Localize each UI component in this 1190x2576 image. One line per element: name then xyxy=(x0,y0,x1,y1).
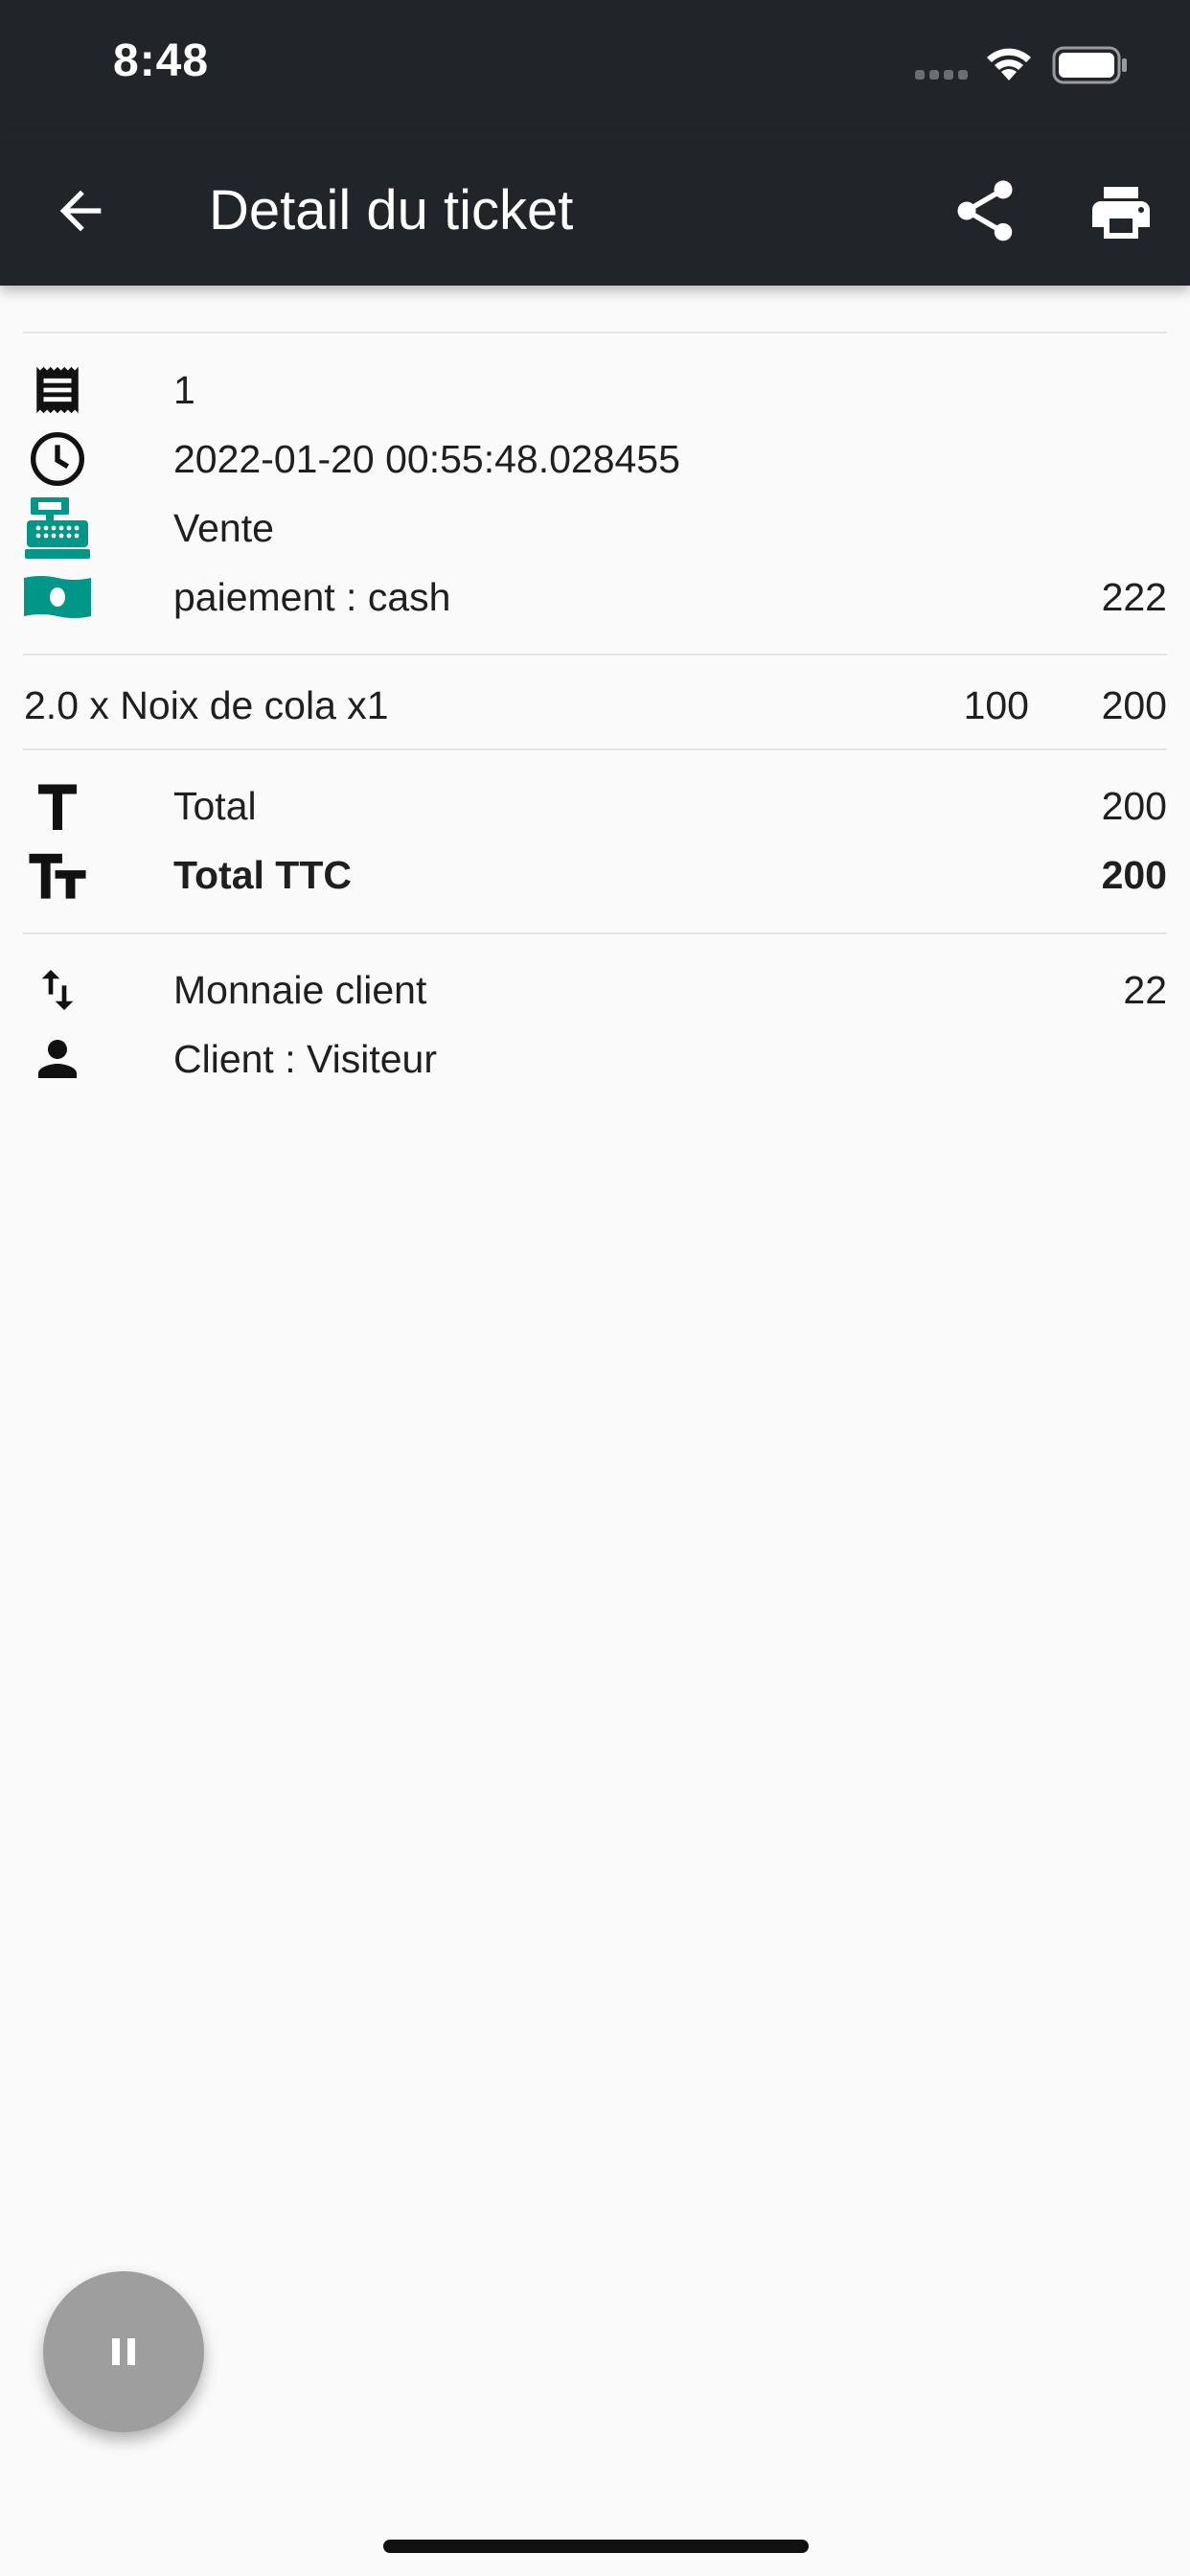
text-t-icon xyxy=(23,775,92,837)
home-indicator[interactable] xyxy=(383,2540,809,2553)
divider xyxy=(23,332,1167,334)
cellular-signal-icon xyxy=(915,70,968,80)
total-ttc-row: Total TTC 200 xyxy=(0,840,1190,909)
app-bar: Detail du ticket xyxy=(0,134,1190,286)
ticket-datetime-row: 2022-01-20 00:55:48.028455 xyxy=(0,425,1190,494)
total-value: 200 xyxy=(1101,784,1167,828)
text-fields-icon xyxy=(23,844,92,906)
client-label: Client : Visiteur xyxy=(173,1037,437,1081)
client-row: Client : Visiteur xyxy=(0,1024,1190,1093)
page-title: Detail du ticket xyxy=(209,179,574,242)
change-row: Monnaie client 22 xyxy=(0,955,1190,1024)
ticket-datetime: 2022-01-20 00:55:48.028455 xyxy=(173,437,680,481)
money-icon xyxy=(23,566,92,628)
ticket-type: Vente xyxy=(173,506,274,550)
change-label: Monnaie client xyxy=(173,968,427,1012)
swap-vert-icon xyxy=(23,959,92,1021)
cash-register-icon xyxy=(23,497,92,559)
item-unit-price: 100 xyxy=(963,683,1029,727)
person-icon xyxy=(23,1028,92,1090)
print-icon[interactable] xyxy=(1085,178,1157,247)
back-arrow-icon[interactable] xyxy=(50,180,111,242)
payment-method: paiement : cash xyxy=(173,575,451,619)
divider xyxy=(23,748,1167,750)
change-value: 22 xyxy=(1123,968,1167,1012)
total-row: Total 200 xyxy=(0,771,1190,840)
wifi-icon xyxy=(987,48,1031,80)
payment-amount: 222 xyxy=(1101,575,1167,619)
divider xyxy=(23,654,1167,656)
ticket-item-row: 2.0 x Noix de cola x1 100 200 xyxy=(0,671,1190,740)
status-time: 8:48 xyxy=(113,35,210,86)
payment-row: paiement : cash 222 xyxy=(0,563,1190,632)
status-bar: 8:48 xyxy=(0,0,1190,134)
divider xyxy=(23,932,1167,934)
ticket-number-row: 1 xyxy=(0,356,1190,425)
pause-button[interactable] xyxy=(43,2271,204,2432)
ticket-type-row: Vente xyxy=(0,494,1190,563)
item-name: 2.0 x Noix de cola x1 xyxy=(24,683,389,727)
pause-icon xyxy=(112,2338,135,2365)
item-line-total: 200 xyxy=(1101,683,1167,727)
receipt-icon xyxy=(23,359,92,421)
share-icon[interactable] xyxy=(949,174,1021,247)
ticket-number: 1 xyxy=(173,368,195,412)
clock-icon xyxy=(23,428,92,490)
total-label: Total xyxy=(173,784,257,828)
battery-icon xyxy=(1052,46,1127,84)
total-ttc-label: Total TTC xyxy=(173,853,352,897)
total-ttc-value: 200 xyxy=(1101,853,1167,897)
